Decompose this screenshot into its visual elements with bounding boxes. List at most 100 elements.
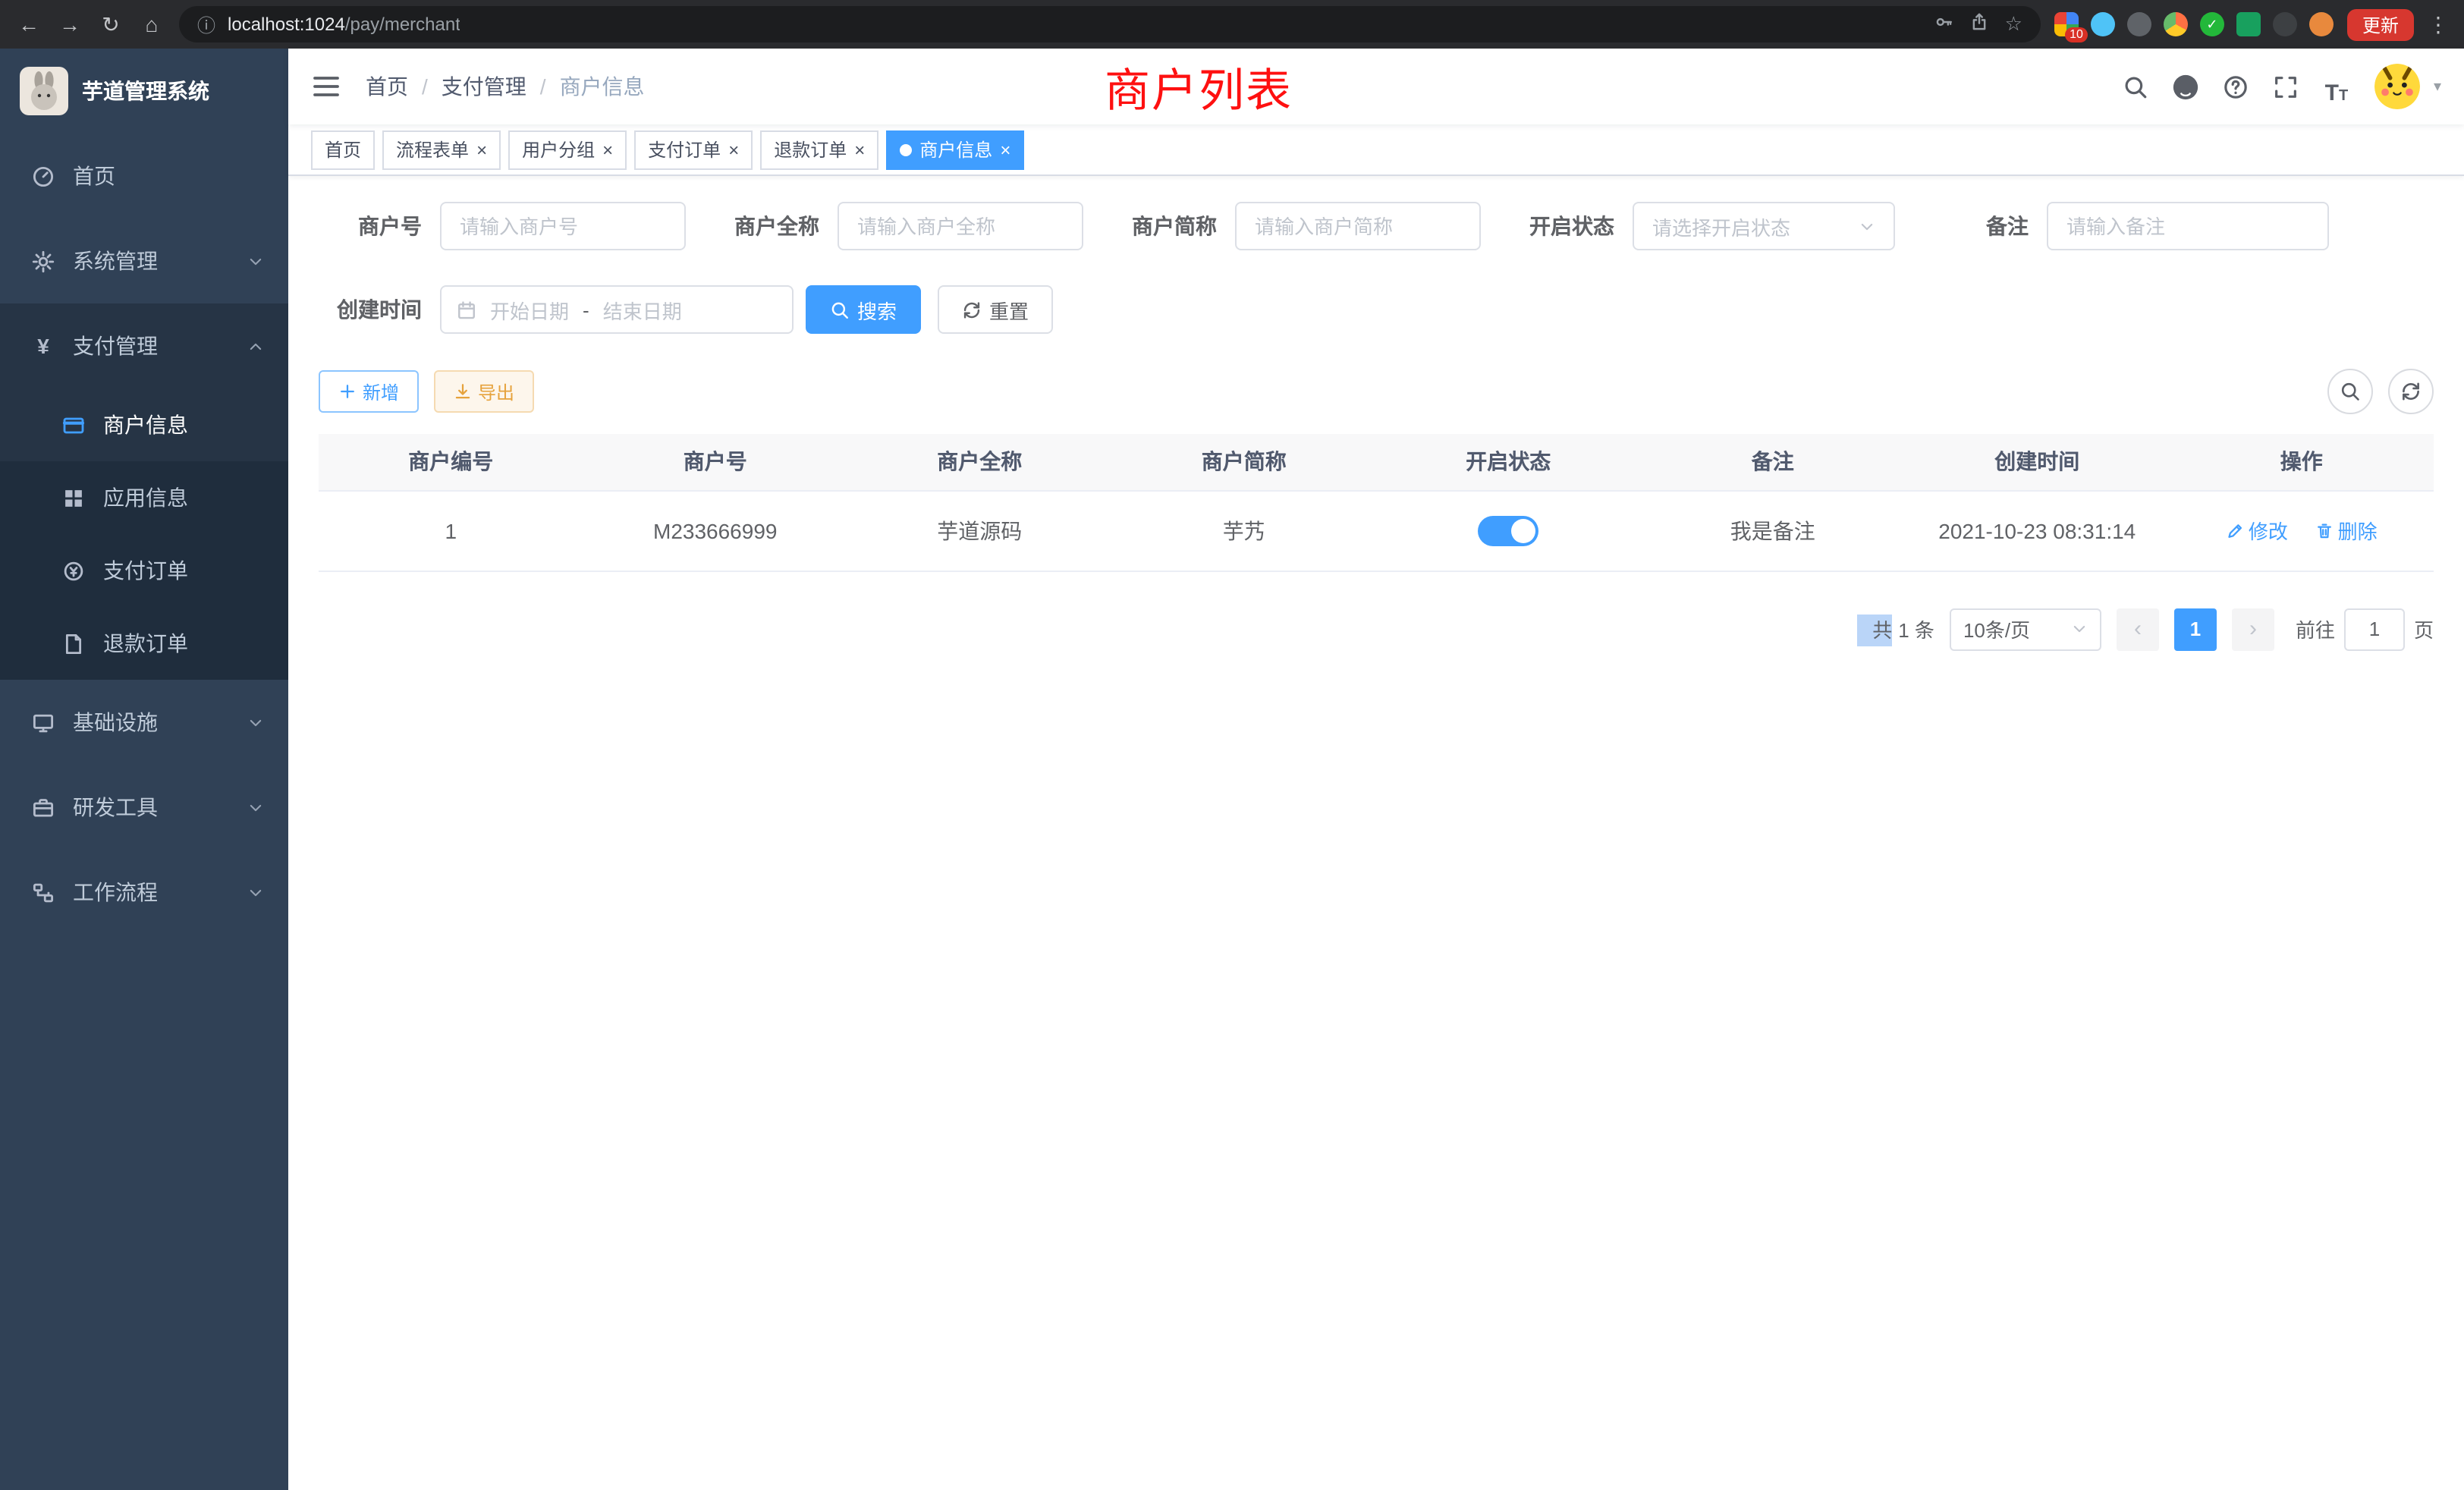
- add-button-label: 新增: [363, 379, 399, 404]
- tab-label: 流程表单: [396, 137, 469, 162]
- share-icon[interactable]: [1970, 12, 1990, 36]
- status-select[interactable]: 请选择开启状态: [1633, 202, 1895, 250]
- page-1-button[interactable]: 1: [2174, 608, 2217, 650]
- close-icon[interactable]: ×: [476, 140, 487, 159]
- field-label: 开启状态: [1511, 211, 1614, 241]
- font-size-icon[interactable]: TT: [2318, 68, 2355, 105]
- sidebar-item-workflow[interactable]: 工作流程: [0, 850, 288, 935]
- browser-menu-icon[interactable]: ⋮: [2428, 11, 2449, 37]
- url-path: /pay/merchant: [345, 14, 460, 35]
- extension-icon[interactable]: [2091, 12, 2115, 36]
- tab-merchant-info[interactable]: 商户信息×: [886, 130, 1024, 169]
- breadcrumb-payment[interactable]: 支付管理: [442, 71, 526, 102]
- sidebar-item-payment[interactable]: ¥ 支付管理: [0, 303, 288, 388]
- card-icon: [61, 413, 86, 436]
- date-range-picker[interactable]: 开始日期 - 结束日期: [440, 285, 794, 334]
- close-icon[interactable]: ×: [854, 140, 865, 159]
- fullscreen-icon[interactable]: [2268, 68, 2305, 105]
- tab-refund-order[interactable]: 退款订单 ×: [760, 130, 878, 169]
- back-icon[interactable]: ←: [15, 14, 42, 35]
- navbar-tools: TT ▾: [2118, 64, 2441, 109]
- avatar[interactable]: [2374, 64, 2420, 109]
- extension-icon[interactable]: ✓: [2200, 12, 2224, 36]
- browser-update-button[interactable]: 更新: [2347, 8, 2414, 40]
- extension-badge: 10: [2065, 27, 2088, 42]
- extension-icon[interactable]: [2236, 12, 2261, 36]
- tab-process-form[interactable]: 流程表单 ×: [382, 130, 501, 169]
- tab-pay-order[interactable]: 支付订单 ×: [634, 130, 753, 169]
- cell-created: 2021-10-23 08:31:14: [1905, 490, 2170, 571]
- yen-icon: ¥: [30, 334, 56, 358]
- cell-actions: 修改 删除: [2170, 490, 2434, 571]
- goto-page-input[interactable]: [2344, 608, 2405, 650]
- delete-link-label: 删除: [2338, 516, 2378, 545]
- extension-icon[interactable]: [2127, 12, 2151, 36]
- refresh-button[interactable]: [2388, 369, 2434, 414]
- sidebar-item-label: 应用信息: [103, 483, 264, 513]
- status-toggle[interactable]: [1478, 515, 1538, 545]
- export-button[interactable]: 导出: [434, 370, 534, 413]
- col-short-name: 商户简称: [1112, 434, 1377, 490]
- help-icon[interactable]: [2218, 68, 2255, 105]
- sidebar-item-pay-order[interactable]: 支付订单: [0, 534, 288, 607]
- sidebar-item-label: 退款订单: [103, 628, 264, 659]
- delete-link[interactable]: 删除: [2315, 516, 2378, 545]
- sidebar-item-merchant-info[interactable]: 商户信息: [0, 388, 288, 461]
- site-info-icon[interactable]: ⓘ: [197, 11, 215, 37]
- app-logo[interactable]: 芋道管理系统: [0, 49, 288, 134]
- bookmark-star-icon[interactable]: ☆: [2005, 12, 2022, 36]
- breadcrumb-home[interactable]: 首页: [366, 71, 408, 102]
- sidebar-item-label: 基础设施: [73, 707, 247, 737]
- close-icon[interactable]: ×: [1000, 140, 1010, 159]
- search-button[interactable]: 搜索: [806, 285, 921, 334]
- breadcrumb-separator: /: [540, 74, 546, 99]
- app: 芋道管理系统 首页 系统管理 ¥ 支付管理 商户信息: [0, 49, 2464, 1490]
- url-bar[interactable]: ⓘ localhost:1024/pay/merchant ☆: [179, 6, 2041, 42]
- home-icon[interactable]: ⌂: [138, 14, 165, 35]
- password-key-icon[interactable]: [1935, 12, 1955, 36]
- sidebar-item-app-info[interactable]: 应用信息: [0, 461, 288, 534]
- reset-button[interactable]: 重置: [938, 285, 1053, 334]
- close-icon[interactable]: ×: [602, 140, 613, 159]
- extension-icon[interactable]: [2164, 12, 2188, 36]
- tab-label: 退款订单: [774, 137, 847, 162]
- prev-page-button[interactable]: ‹: [2117, 608, 2159, 650]
- tab-label: 支付订单: [648, 137, 721, 162]
- avatar-caret-icon[interactable]: ▾: [2434, 78, 2441, 95]
- sidebar-item-label: 商户信息: [103, 410, 264, 440]
- cell-merchant-id: 1: [319, 490, 583, 571]
- next-page-button[interactable]: ›: [2232, 608, 2274, 650]
- toggle-search-button[interactable]: [2327, 369, 2373, 414]
- browser-toolbar: ← → ↻ ⌂ ⓘ localhost:1024/pay/merchant ☆ …: [0, 0, 2464, 49]
- close-icon[interactable]: ×: [728, 140, 739, 159]
- chevron-down-icon: [2071, 621, 2088, 637]
- full-name-input[interactable]: [838, 202, 1083, 250]
- document-icon: [61, 632, 86, 655]
- calendar-icon: [457, 300, 476, 319]
- sidebar-item-label: 支付订单: [103, 555, 264, 586]
- search-icon[interactable]: [2118, 68, 2154, 105]
- extension-icon[interactable]: 10: [2054, 12, 2079, 36]
- edit-link[interactable]: 修改: [2226, 516, 2288, 545]
- tab-user-group[interactable]: 用户分组×: [508, 130, 627, 169]
- sidebar-item-devtools[interactable]: 研发工具: [0, 765, 288, 850]
- chevron-down-icon: [247, 253, 264, 269]
- github-icon[interactable]: [2168, 68, 2205, 105]
- reload-icon[interactable]: ↻: [97, 14, 124, 35]
- forward-icon[interactable]: →: [56, 14, 83, 35]
- sidebar-item-system[interactable]: 系统管理: [0, 218, 288, 303]
- breadcrumb: 首页 / 支付管理 / 商户信息: [366, 71, 645, 102]
- extension-icon[interactable]: [2309, 12, 2334, 36]
- merchant-no-input[interactable]: [440, 202, 686, 250]
- hamburger-icon[interactable]: [311, 71, 341, 102]
- sidebar-item-infrastructure[interactable]: 基础设施: [0, 680, 288, 765]
- add-button[interactable]: 新增: [319, 370, 419, 413]
- tab-home[interactable]: 首页: [311, 130, 375, 169]
- sidebar-item-refund-order[interactable]: 退款订单: [0, 607, 288, 680]
- sidebar-item-home[interactable]: 首页: [0, 134, 288, 218]
- extension-icon[interactable]: [2273, 12, 2297, 36]
- dashboard-icon: [30, 165, 56, 187]
- short-name-input[interactable]: [1235, 202, 1481, 250]
- page-size-select[interactable]: 10条/页: [1950, 608, 2101, 650]
- remark-input[interactable]: [2047, 202, 2329, 250]
